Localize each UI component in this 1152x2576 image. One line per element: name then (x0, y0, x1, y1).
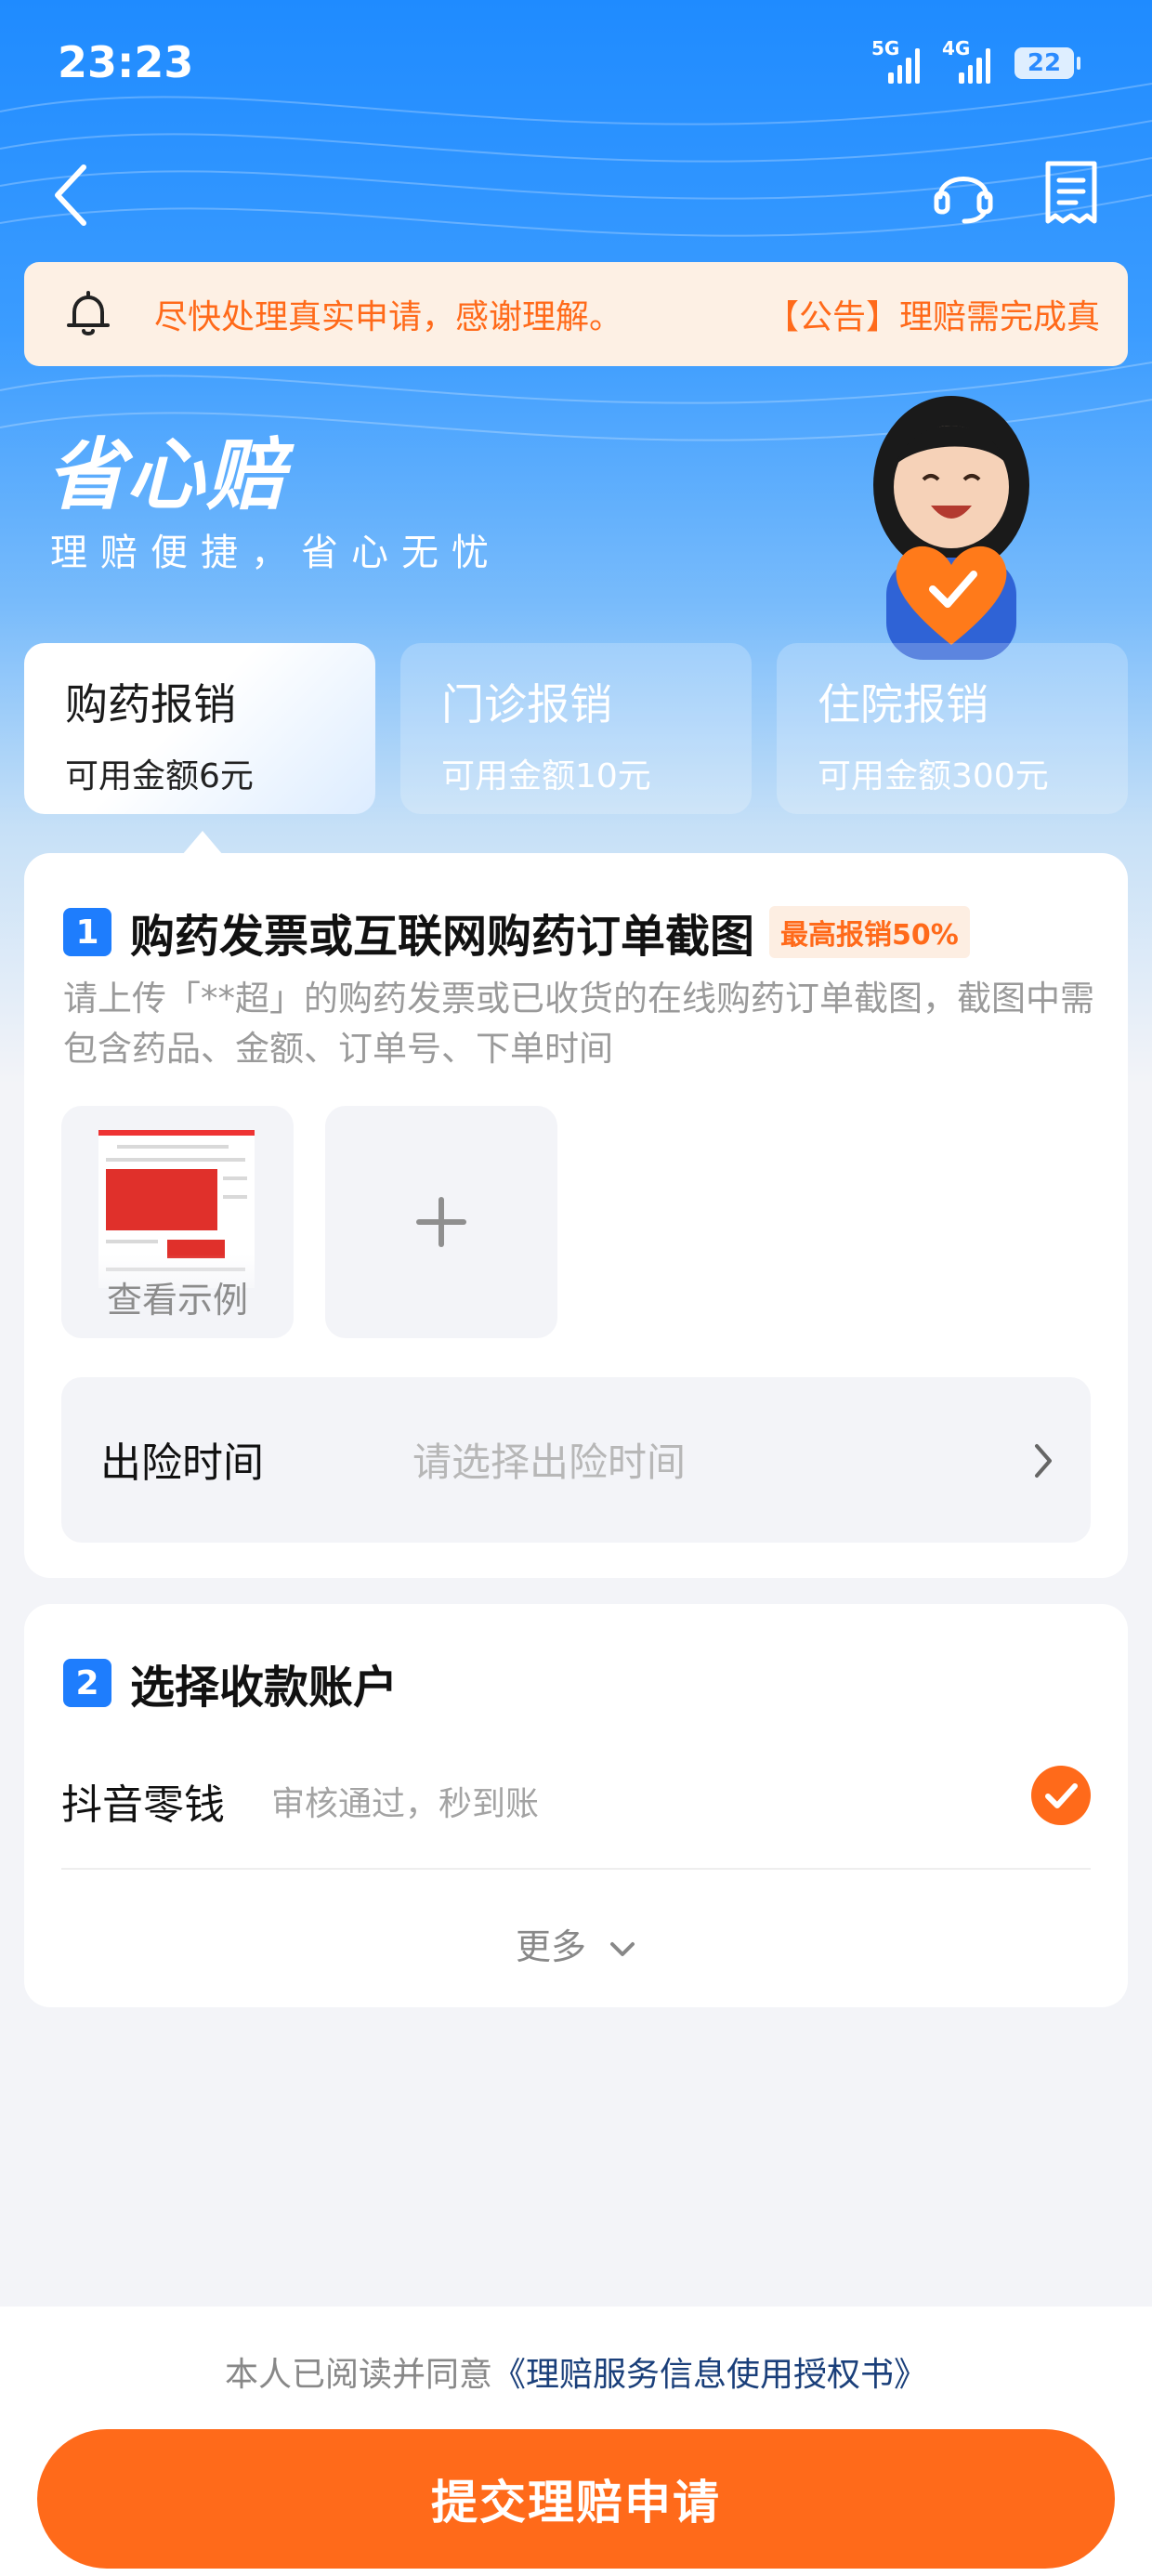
incident-time-label: 出险时间 (100, 1439, 264, 1487)
incident-time-placeholder: 请选择出险时间 (412, 1439, 687, 1485)
incident-time-selector[interactable]: 出险时间 请选择出险时间 (61, 1377, 1091, 1543)
tab-medicine-reimbursement[interactable]: 购药报销 可用金额6元 (24, 643, 375, 814)
section2-title: 选择收款账户 (130, 1662, 399, 1714)
authorization-link[interactable]: 《理赔服务信息使用授权书》 (492, 2356, 927, 2394)
section1-header: 1 购药发票或互联网购药订单截图 最高报销50% (63, 900, 970, 965)
more-accounts-button[interactable]: 更多 (24, 1918, 1128, 1969)
add-image-button[interactable] (325, 1106, 557, 1338)
brand-subtitle: 理赔便捷，省心无忧 (50, 532, 502, 574)
order-list-icon[interactable] (1042, 160, 1100, 227)
brand-title: 省心赔 (46, 429, 287, 520)
tab-label: 购药报销 (65, 679, 236, 729)
chevron-down-icon (610, 1941, 635, 1956)
status-icons: 5G 4G 22 (871, 37, 1080, 84)
signal-5g-label: 5G (871, 37, 900, 59)
sample-label: 查看示例 (106, 1280, 248, 1321)
section1-title: 购药发票或互联网购药订单截图 (130, 911, 755, 963)
tab-label: 住院报销 (818, 679, 988, 729)
upload-description: 请上传「**超」的购药发票或已收货的在线购药订单截图，截图中需包含药品、金额、订… (63, 979, 1094, 1069)
signal-4g-label: 4G (942, 37, 971, 59)
plus-icon-vertical (439, 1197, 444, 1247)
sample-image-button[interactable]: 查看示例 (61, 1106, 294, 1338)
more-label: 更多 (515, 1926, 586, 1967)
agreement-prefix: 本人已阅读并同意 (224, 2356, 492, 2394)
active-tab-pointer (182, 831, 223, 855)
announcement-bar[interactable]: 尽快处理真实申请，感谢理解。 【公告】理赔需完成真 (24, 262, 1128, 366)
step-badge: 2 (63, 1659, 111, 1707)
tab-amount: 可用金额300元 (818, 757, 1049, 795)
back-arrow-icon[interactable] (48, 160, 100, 230)
section2-header: 2 选择收款账户 (63, 1650, 398, 1715)
announcement-text-right: 【公告】理赔需完成真 (765, 298, 1100, 336)
submit-claim-button[interactable]: 提交理赔申请 (37, 2429, 1115, 2569)
step-badge: 1 (63, 908, 111, 956)
max-reimburse-tag: 最高报销50% (769, 906, 970, 958)
status-time: 23:23 (58, 37, 194, 87)
signal-4g-icon: 4G (942, 37, 990, 84)
account-note: 审核通过，秒到账 (271, 1785, 540, 1823)
tab-hospitalization-reimbursement[interactable]: 住院报销 可用金额300元 (777, 643, 1128, 814)
account-option-douyin-wallet[interactable]: 抖音零钱 审核通过，秒到账 (61, 1753, 1091, 1846)
tab-amount: 可用金额10元 (441, 757, 651, 795)
check-icon[interactable] (1031, 1766, 1091, 1825)
customer-service-icon[interactable] (931, 160, 996, 225)
upload-card: 1 购药发票或互联网购药订单截图 最高报销50% 请上传「**超」的购药发票或已… (24, 853, 1128, 1578)
tab-label: 门诊报销 (441, 679, 612, 729)
account-name: 抖音零钱 (61, 1781, 225, 1829)
announcement-text: 尽快处理真实申请，感谢理解。 【公告】理赔需完成真 (154, 262, 1100, 366)
bell-icon (67, 291, 110, 335)
divider (61, 1868, 1091, 1870)
bottom-action-bar: 本人已阅读并同意《理赔服务信息使用授权书》 提交理赔申请 (0, 2307, 1152, 2576)
signal-5g-icon: 5G (871, 37, 920, 84)
mascot-illustration (873, 396, 1029, 660)
agreement-text: 本人已阅读并同意《理赔服务信息使用授权书》 (0, 2347, 1152, 2396)
announcement-text-left: 尽快处理真实申请，感谢理解。 (154, 298, 623, 336)
tab-outpatient-reimbursement[interactable]: 门诊报销 可用金额10元 (400, 643, 752, 814)
battery-icon: 22 (1015, 47, 1080, 79)
chevron-right-icon (1035, 1444, 1052, 1478)
payout-account-card: 2 选择收款账户 抖音零钱 审核通过，秒到账 更多 (24, 1604, 1128, 2007)
tab-amount: 可用金额6元 (65, 757, 254, 795)
